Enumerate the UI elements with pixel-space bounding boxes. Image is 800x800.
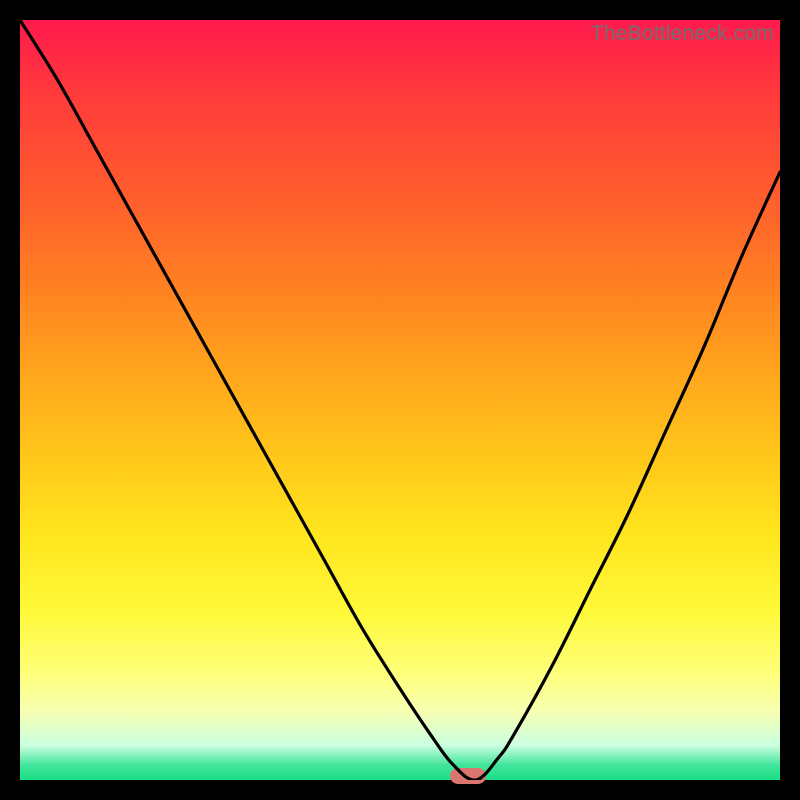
chart-container: TheBottleneck.com <box>0 0 800 800</box>
plot-area: TheBottleneck.com <box>20 20 780 780</box>
watermark-text: TheBottleneck.com <box>591 22 774 46</box>
curve-svg <box>20 20 780 780</box>
bottleneck-curve-path <box>20 20 780 780</box>
